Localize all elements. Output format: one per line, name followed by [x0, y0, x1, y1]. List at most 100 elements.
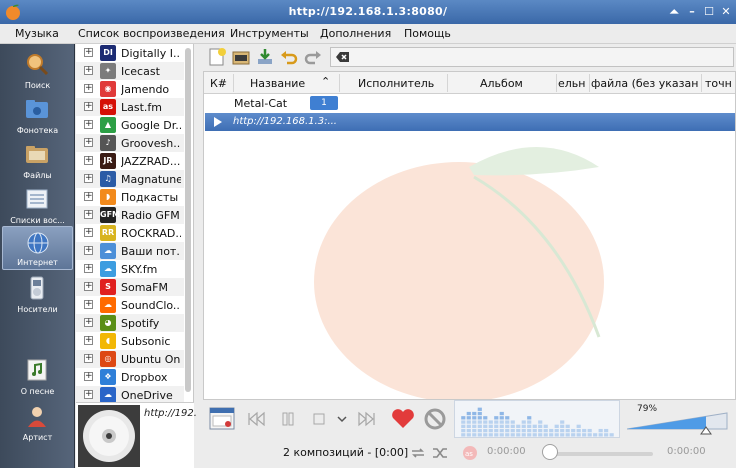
expand-icon[interactable]: +: [84, 246, 93, 255]
spectrum-bar: [516, 424, 521, 428]
lastfm-scrobble-icon[interactable]: as: [461, 445, 479, 461]
expand-icon[interactable]: +: [84, 174, 93, 183]
expand-icon[interactable]: +: [84, 84, 93, 93]
expand-icon[interactable]: +: [84, 138, 93, 147]
nav-label: Файлы: [23, 171, 52, 180]
tree-item[interactable]: + ☁ OneDrive: [76, 386, 184, 402]
nav-artist[interactable]: Артист: [2, 400, 73, 444]
tree-item[interactable]: + JR JAZZRAD...: [76, 152, 184, 170]
tree-item[interactable]: + ◖ Subsonic: [76, 332, 184, 350]
expand-icon[interactable]: +: [84, 48, 93, 57]
open-playlist-icon[interactable]: [231, 47, 251, 67]
album-group-row[interactable]: Metal-Cat 1: [204, 94, 735, 112]
expand-icon[interactable]: +: [84, 228, 93, 237]
stop-icon[interactable]: [306, 406, 332, 432]
tree-item[interactable]: + as Last.fm: [76, 98, 184, 116]
tree-item[interactable]: + ◉ Jamendo: [76, 80, 184, 98]
nav-song-info[interactable]: О песне: [2, 354, 73, 398]
column-track-number[interactable]: К#: [210, 77, 230, 90]
maximize-icon[interactable]: ☐: [701, 4, 717, 20]
volume-slider[interactable]: 79%: [627, 402, 733, 436]
tree-item[interactable]: + S SomaFM: [76, 278, 184, 296]
pause-icon[interactable]: [275, 406, 301, 432]
lastfm-icon: as: [100, 99, 116, 115]
expand-icon[interactable]: +: [84, 354, 93, 363]
expand-icon[interactable]: +: [84, 318, 93, 327]
menu-playlist[interactable]: Список воспроизведения: [78, 27, 225, 40]
expand-icon[interactable]: +: [84, 336, 93, 345]
nav-search[interactable]: Поиск: [2, 48, 73, 92]
menu-tools[interactable]: Инструменты: [230, 27, 309, 40]
expand-icon[interactable]: +: [84, 264, 93, 273]
menu-music[interactable]: Музыка: [15, 27, 59, 40]
spectrum-bar: [565, 433, 570, 437]
column-duration[interactable]: ельн: [558, 77, 588, 90]
table-row[interactable]: http://192.168.1.3:...: [205, 113, 735, 131]
expand-icon[interactable]: +: [84, 120, 93, 129]
seek-slider-handle[interactable]: [542, 444, 558, 460]
love-heart-icon[interactable]: [390, 406, 416, 432]
tree-item[interactable]: + ✦ Icecast: [76, 62, 184, 80]
tree-item[interactable]: + RR ROCKRAD...: [76, 224, 184, 242]
nav-internet[interactable]: Интернет: [2, 226, 73, 270]
tree-item[interactable]: + ◗ Подкасты: [76, 188, 184, 206]
tree-item[interactable]: + ◎ Ubuntu One: [76, 350, 184, 368]
somafm-icon: S: [100, 279, 116, 295]
tree-item[interactable]: + ❖ Dropbox: [76, 368, 184, 386]
nav-playlists[interactable]: Списки вос...: [2, 183, 73, 227]
menu-help[interactable]: Помощь: [404, 27, 451, 40]
expand-icon[interactable]: +: [84, 66, 93, 75]
nav-library[interactable]: Фонотека: [2, 93, 73, 137]
expand-icon[interactable]: +: [84, 390, 93, 399]
tree-item[interactable]: + ☁ SKY.fm: [76, 260, 184, 278]
column-source[interactable]: точн: [705, 77, 735, 90]
expand-icon[interactable]: +: [84, 300, 93, 309]
column-filename[interactable]: файла (без указания: [591, 77, 699, 90]
spectrum-bar: [527, 424, 532, 428]
stop-menu-chevron-down-icon[interactable]: [335, 406, 349, 432]
tree-item[interactable]: + ◕ Spotify: [76, 314, 184, 332]
tree-item[interactable]: + ▲ Google Dr...: [76, 116, 184, 134]
shade-icon[interactable]: ⏶: [666, 4, 682, 20]
visualization-icon[interactable]: [209, 406, 235, 432]
minimize-icon[interactable]: –: [684, 4, 700, 20]
nav-files[interactable]: Файлы: [2, 138, 73, 182]
tree-item-label: Ubuntu One: [121, 353, 181, 366]
next-track-icon[interactable]: [353, 406, 379, 432]
tree-scrollbar[interactable]: [185, 48, 191, 392]
tree-item[interactable]: + ♪ Groovesh...: [76, 134, 184, 152]
tree-item-label: Jamendo: [121, 83, 170, 96]
save-playlist-icon[interactable]: [255, 47, 275, 67]
tree-item[interactable]: + DI Digitally I...: [76, 44, 184, 62]
previous-track-icon[interactable]: [244, 406, 270, 432]
expand-icon[interactable]: +: [84, 156, 93, 165]
redo-icon[interactable]: [303, 47, 323, 67]
nav-devices[interactable]: Носители: [2, 272, 73, 316]
clear-playlist-icon[interactable]: [336, 51, 350, 63]
expand-icon[interactable]: +: [84, 102, 93, 111]
expand-icon[interactable]: +: [84, 210, 93, 219]
expand-icon[interactable]: +: [84, 282, 93, 291]
tree-item[interactable]: + ♫ Magnatune: [76, 170, 184, 188]
shuffle-icon[interactable]: [431, 445, 449, 461]
expand-icon[interactable]: +: [84, 372, 93, 381]
column-artist[interactable]: Исполнитель: [358, 77, 448, 90]
ban-icon[interactable]: [422, 406, 448, 432]
expand-icon[interactable]: +: [84, 192, 93, 201]
tree-item[interactable]: + ☁ SoundClo...: [76, 296, 184, 314]
undo-icon[interactable]: [279, 47, 299, 67]
menu-extras[interactable]: Дополнения: [320, 27, 391, 40]
column-title[interactable]: Название: [250, 77, 330, 90]
now-playing-widget[interactable]: http://192.: [76, 402, 197, 468]
column-album[interactable]: Альбом: [480, 77, 560, 90]
title-bar[interactable]: http://192.168.1.3:8080/ ⏶ – ☐ ✕: [0, 0, 736, 24]
menu-bar: Музыка Список воспроизведения Инструмент…: [0, 24, 736, 44]
seek-track[interactable]: [545, 452, 653, 456]
close-icon[interactable]: ✕: [718, 4, 734, 20]
spectrum-bar: [483, 424, 488, 428]
tree-item-label: Magnatune: [121, 173, 181, 186]
repeat-icon[interactable]: [409, 445, 427, 461]
tree-item[interactable]: + GFM Radio GFM: [76, 206, 184, 224]
new-playlist-icon[interactable]: [207, 47, 227, 67]
tree-item[interactable]: + ☁ Ваши пот...: [76, 242, 184, 260]
